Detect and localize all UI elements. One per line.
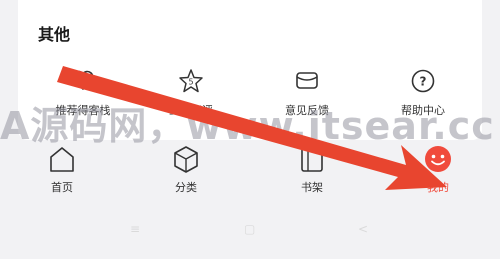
red-arrow-annotation <box>57 66 447 190</box>
